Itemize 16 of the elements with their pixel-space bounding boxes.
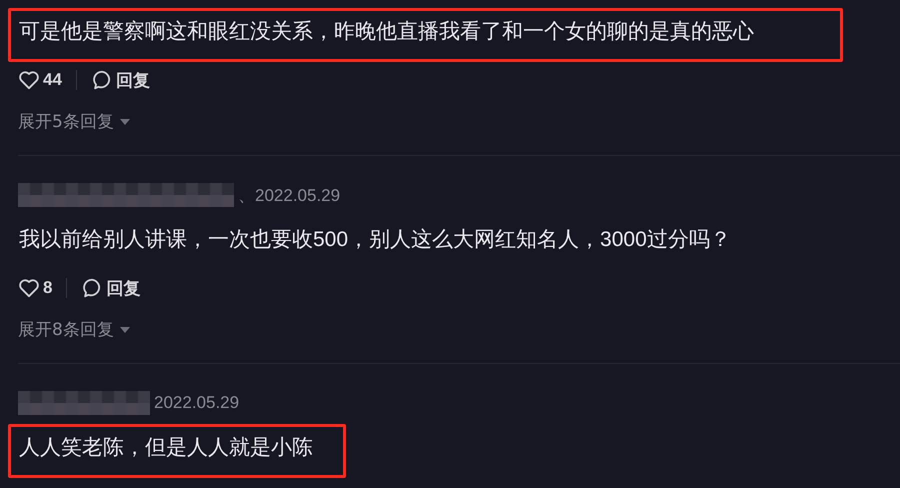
comment-text: 人人笑老陈，但是人人就是小陈 xyxy=(19,436,313,459)
reply-button[interactable]: 回复 xyxy=(90,68,150,92)
expand-replies-button[interactable]: 展开5条回复 xyxy=(18,110,130,133)
comment-date: 、2022.05.29 xyxy=(238,184,340,206)
comment-text: 可是他是警察啊这和眼红没关系，昨晚他直播我看了和一个女的聊的是真的恶心 xyxy=(19,20,754,43)
like-button[interactable]: 8 xyxy=(18,278,52,298)
speech-bubble-icon xyxy=(90,69,113,91)
heart-icon xyxy=(18,278,40,298)
caret-icon xyxy=(120,118,130,124)
reply-button[interactable]: 回复 xyxy=(81,276,140,300)
expand-replies-button[interactable]: 展开8条回复 xyxy=(18,318,130,341)
caret-icon xyxy=(120,326,130,332)
like-button[interactable]: 44 xyxy=(18,70,62,90)
comment-date: 2022.05.29 xyxy=(154,393,240,413)
heart-icon xyxy=(18,70,40,90)
comment-text: 我以前给别人讲课，一次也要收500，别人这么大网红知名人，3000过分吗？ xyxy=(19,228,731,251)
